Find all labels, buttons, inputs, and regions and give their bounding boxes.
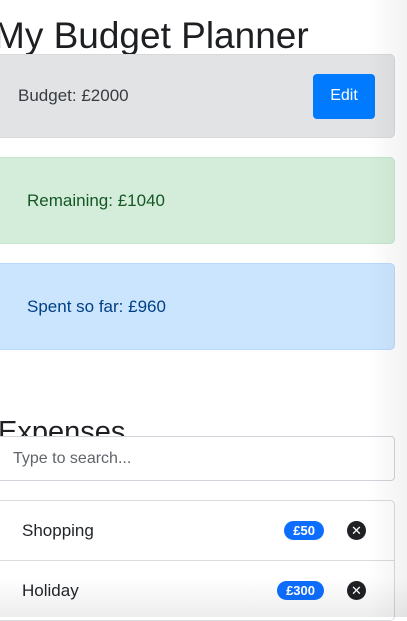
edit-budget-button[interactable]: Edit [313,73,375,119]
expense-cost-badge: £300 [277,581,324,600]
spent-card: Spent so far: £960 [0,263,395,350]
expense-name: Shopping [22,520,94,540]
expense-name: Holiday [22,580,79,600]
spent-label: Spent so far: £960 [27,296,166,316]
remaining-label: Remaining: £1040 [27,190,165,210]
remaining-card: Remaining: £1040 [0,157,395,244]
search-input[interactable] [0,436,395,481]
close-circle-icon[interactable]: ✕ [347,581,366,600]
list-item: Shopping £50 ✕ [0,501,394,560]
list-item: Holiday £300 ✕ [0,560,394,620]
budget-card: Budget: £2000 Edit [0,54,395,138]
close-circle-icon[interactable]: ✕ [347,521,366,540]
expense-list: Shopping £50 ✕ Holiday £300 ✕ [0,500,395,621]
budget-label: Budget: £2000 [18,86,129,105]
expense-cost-badge: £50 [284,521,324,540]
